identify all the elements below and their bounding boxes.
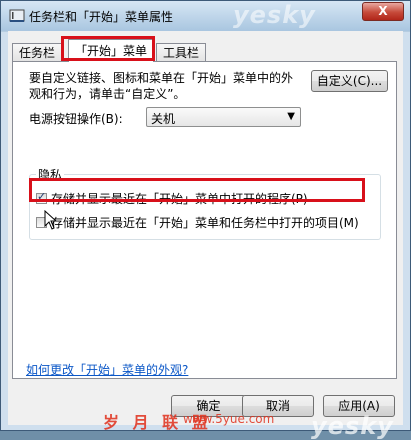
- power-button-select[interactable]: 关机 ▼: [146, 107, 301, 127]
- dialog-window: 任务栏和「开始」菜单属性 yesky X 任务栏 「开始」菜单 工具栏 要自定义…: [0, 0, 411, 440]
- taskbar-properties-icon: [9, 9, 25, 22]
- customize-button[interactable]: 自定义(C)...: [311, 70, 388, 92]
- start-menu-help-link[interactable]: 如何更改「开始」菜单的外观?: [26, 361, 188, 378]
- window-title: 任务栏和「开始」菜单属性: [29, 10, 174, 24]
- power-button-value: 关机: [151, 112, 176, 126]
- title-bar[interactable]: 任务栏和「开始」菜单属性 yesky X: [1, 1, 410, 31]
- dialog-client-area: 任务栏 「开始」菜单 工具栏 要自定义链接、图标和菜单在「开始」菜单中的外观和行…: [8, 31, 403, 440]
- mouse-cursor-icon: [44, 210, 58, 230]
- checkbox-highlight-box: [29, 178, 365, 202]
- corner-watermark: yesky: [311, 412, 394, 440]
- customize-description: 要自定义链接、图标和菜单在「开始」菜单中的外观和行为，请单击“自定义”。: [29, 71, 294, 101]
- start-menu-panel: 要自定义链接、图标和菜单在「开始」菜单中的外观和行为，请单击“自定义”。 自定义…: [12, 61, 397, 379]
- tab-toolbars[interactable]: 工具栏: [156, 43, 207, 61]
- footer-site-watermark: www.5yue.com: [183, 412, 275, 426]
- power-button-label: 电源按钮操作(B):: [29, 112, 123, 126]
- close-icon: X: [378, 4, 388, 18]
- chevron-down-icon: ▼: [287, 111, 295, 122]
- checkbox-recent-items[interactable]: 存储并显示最近在「开始」菜单和任务栏中打开的项目(M): [36, 214, 359, 231]
- tab-taskbar[interactable]: 任务栏: [12, 43, 63, 61]
- tab-highlight-box: [61, 36, 155, 61]
- checkbox-label: 存储并显示最近在「开始」菜单和任务栏中打开的项目(M): [51, 216, 359, 230]
- close-button[interactable]: X: [362, 2, 404, 21]
- watermark-text: yesky: [233, 1, 316, 29]
